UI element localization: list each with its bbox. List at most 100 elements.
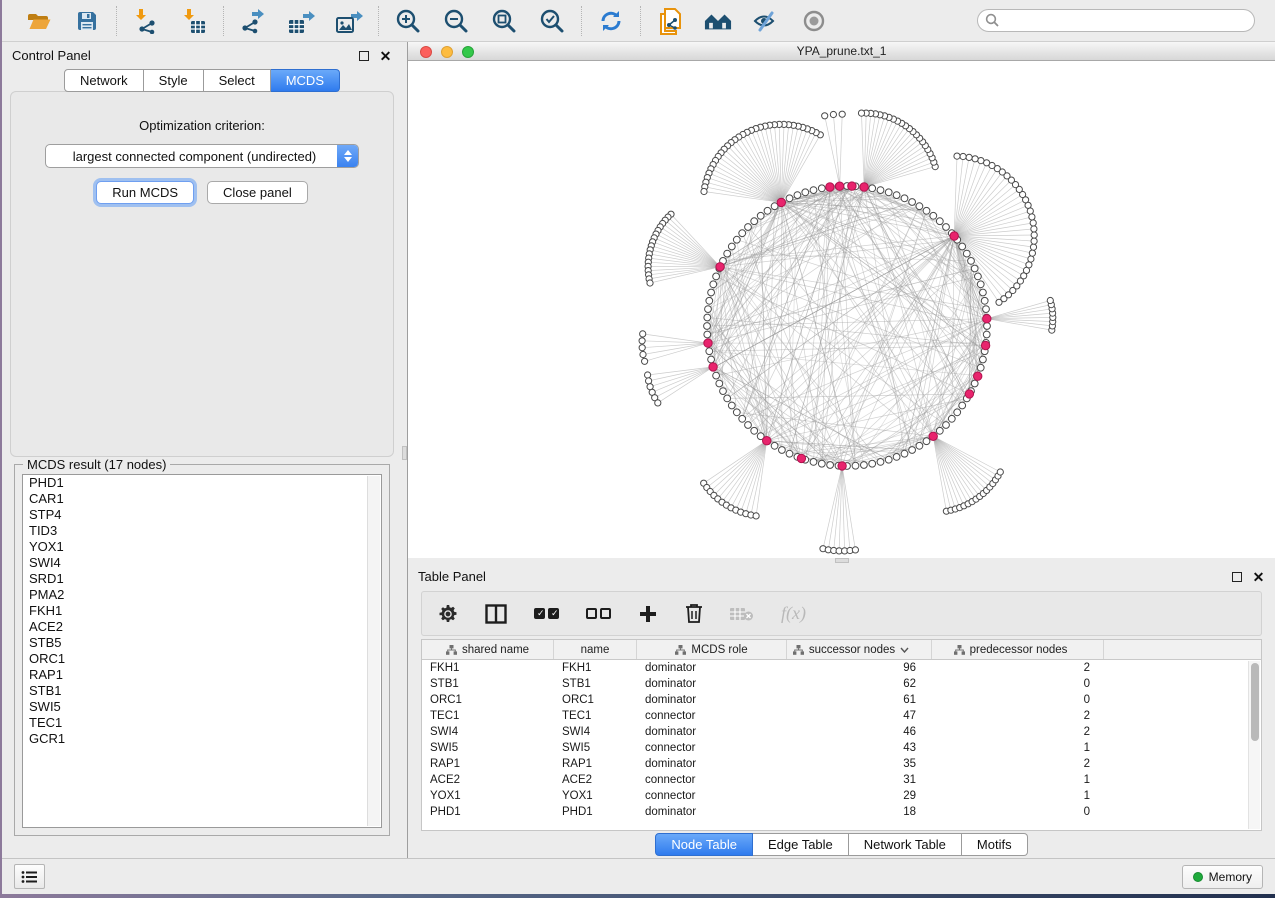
table-row[interactable]: ACE2ACE2connector311 [422,772,1261,788]
control-panel-float-icon[interactable] [357,49,370,62]
mcds-result-item[interactable]: ORC1 [23,651,381,667]
graph-node[interactable] [739,415,746,422]
graph-node[interactable] [950,232,958,240]
zoom-in-icon[interactable] [394,7,422,35]
tab-select[interactable]: Select [204,69,271,92]
network-view-canvas[interactable] [408,61,1275,558]
graph-node[interactable] [739,230,746,237]
function-builder-icon[interactable]: f(x) [781,603,806,624]
table-settings-gear-icon[interactable] [438,604,458,624]
graph-node[interactable] [810,459,817,466]
graph-node[interactable] [827,462,834,469]
graph-node[interactable] [639,345,645,351]
tab-mcds[interactable]: MCDS [271,69,340,92]
graph-node[interactable] [974,372,982,380]
graph-node[interactable] [936,218,943,225]
table-row[interactable]: STB1STB1dominator620 [422,676,1261,692]
graph-node[interactable] [655,400,661,406]
graph-node[interactable] [646,378,652,384]
graph-node[interactable] [923,438,930,445]
graph-node[interactable] [858,110,864,116]
add-column-icon[interactable] [638,604,658,624]
graph-node[interactable] [1030,220,1036,226]
graph-node[interactable] [848,182,856,190]
graph-node[interactable] [724,250,731,257]
control-panel-close-icon[interactable]: ✕ [379,49,392,62]
splitter-grip[interactable] [402,446,407,460]
graph-node[interactable] [1031,238,1037,244]
graph-node[interactable] [943,224,950,231]
graph-node[interactable] [984,323,991,330]
table-row[interactable]: ORC1ORC1dominator610 [422,692,1261,708]
import-network-icon[interactable] [132,7,160,35]
graph-node[interactable] [810,187,817,194]
table-panel-close-icon[interactable]: ✕ [1252,570,1265,583]
splitter-grip[interactable] [835,558,849,563]
delete-table-icon[interactable] [730,606,754,622]
column-header-name[interactable]: name [554,640,637,659]
table-row[interactable]: YOX1YOX1connector291 [422,788,1261,804]
graph-node[interactable] [1029,250,1035,256]
tab-edge-table[interactable]: Edge Table [753,833,849,856]
zoom-out-icon[interactable] [442,7,470,35]
graph-node[interactable] [706,297,713,304]
network-window-titlebar[interactable]: YPA_prune.txt_1 [408,42,1275,61]
import-table-icon[interactable] [180,7,208,35]
graph-node[interactable] [852,547,858,553]
mcds-result-list[interactable]: PHD1CAR1STP4TID3YOX1SWI4SRD1PMA2FKH1ACE2… [22,474,382,828]
graph-node[interactable] [777,198,785,206]
graph-node[interactable] [710,281,717,288]
graph-node[interactable] [1031,226,1037,232]
table-row[interactable]: SWI4SWI4dominator462 [422,724,1261,740]
graph-node[interactable] [1047,297,1053,303]
show-columns-icon[interactable] [485,604,507,624]
export-network-icon[interactable] [239,7,267,35]
column-header-predecessor-nodes[interactable]: predecessor nodes [932,640,1104,659]
graph-node[interactable] [960,153,966,159]
graph-node[interactable] [764,207,771,214]
maximize-window-icon[interactable] [462,46,474,58]
graph-node[interactable] [923,207,930,214]
mcds-result-item[interactable]: CAR1 [23,491,381,507]
tab-network-table[interactable]: Network Table [849,833,962,856]
graph-node[interactable] [822,113,828,119]
graph-node[interactable] [704,314,711,321]
mcds-result-item[interactable]: TID3 [23,523,381,539]
graph-node[interactable] [893,454,900,461]
graph-node[interactable] [763,437,771,445]
graph-node[interactable] [980,356,987,363]
deselect-all-rows-icon[interactable] [586,608,611,619]
table-row[interactable]: FKH1FKH1dominator962 [422,660,1261,676]
graph-node[interactable] [720,388,727,395]
graph-node[interactable] [1031,232,1037,238]
graph-node[interactable] [639,338,645,344]
graph-node[interactable] [838,462,846,470]
graph-node[interactable] [885,189,892,196]
graph-node[interactable] [645,372,651,378]
graph-node[interactable] [839,111,845,117]
mcds-result-item[interactable]: SWI4 [23,555,381,571]
close-window-icon[interactable] [420,46,432,58]
graph-node[interactable] [909,199,916,206]
column-header-shared-name[interactable]: shared name [422,640,554,659]
graph-node[interactable] [786,195,793,202]
graph-node[interactable] [966,154,972,160]
graph-node[interactable] [733,409,740,416]
mcds-result-item[interactable]: STP4 [23,507,381,523]
column-header-successor-nodes[interactable]: successor nodes [787,640,932,659]
tab-network[interactable]: Network [64,69,144,92]
graph-node[interactable] [647,280,653,286]
graph-node[interactable] [975,273,982,280]
graph-node[interactable] [963,250,970,257]
graph-node[interactable] [861,462,868,469]
graph-node[interactable] [977,281,984,288]
open-file-icon[interactable] [25,7,53,35]
graph-node[interactable] [704,339,712,347]
graph-node[interactable] [972,156,978,162]
show-all-eye-icon[interactable] [800,7,828,35]
graph-node[interactable] [983,306,990,313]
graph-node[interactable] [786,450,793,457]
list-scrollbar[interactable] [367,476,380,826]
mcds-result-item[interactable]: STB1 [23,683,381,699]
mcds-result-item[interactable]: RAP1 [23,667,381,683]
